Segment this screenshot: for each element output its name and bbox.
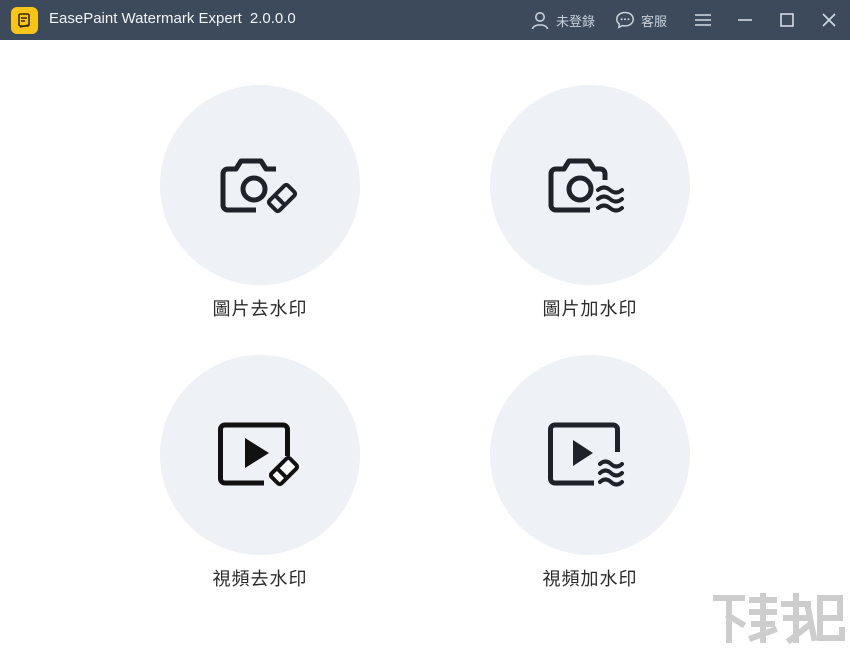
image-add-watermark-card[interactable]: 圖片加水印 [490,85,690,321]
site-watermark-logo [713,593,845,645]
image-remove-watermark-card[interactable]: 圖片去水印 [160,85,360,321]
close-icon [822,13,836,27]
chat-icon [616,11,634,29]
app-title: EasePaint Watermark Expert 2.0.0.0 [49,0,296,40]
maximize-icon [780,13,794,27]
video-waves-icon [548,422,624,487]
video-add-watermark-card[interactable]: 視頻加水印 [490,355,690,591]
user-icon [531,12,549,30]
app-name: EasePaint Watermark Expert [49,10,242,27]
support-button[interactable]: 客服 [615,0,667,40]
menu-button[interactable] [683,0,723,40]
feature-label: 視頻加水印 [542,569,638,590]
menu-icon [695,14,711,26]
video-remove-watermark-card[interactable]: 視頻去水印 [160,355,360,591]
support-label: 客服 [641,13,668,29]
video-eraser-icon [218,422,300,487]
feature-circle[interactable] [160,85,360,285]
login-label: 未登錄 [556,13,596,29]
title-bar: EasePaint Watermark Expert 2.0.0.0 未登錄 客服 [0,0,850,40]
app-version: 2.0.0.0 [249,10,296,27]
camera-waves-icon [548,158,624,213]
maximize-button[interactable] [767,0,807,40]
minimize-icon [738,19,752,21]
feature-label: 圖片加水印 [542,299,638,320]
feature-label: 視頻去水印 [212,569,308,590]
feature-circle[interactable] [490,355,690,555]
app-logo-icon [11,7,38,34]
camera-eraser-icon [220,158,298,214]
minimize-button[interactable] [725,0,765,40]
feature-circle[interactable] [490,85,690,285]
feature-circle[interactable] [160,355,360,555]
feature-label: 圖片去水印 [212,299,308,320]
login-button[interactable]: 未登錄 [530,0,595,40]
close-button[interactable] [809,0,849,40]
